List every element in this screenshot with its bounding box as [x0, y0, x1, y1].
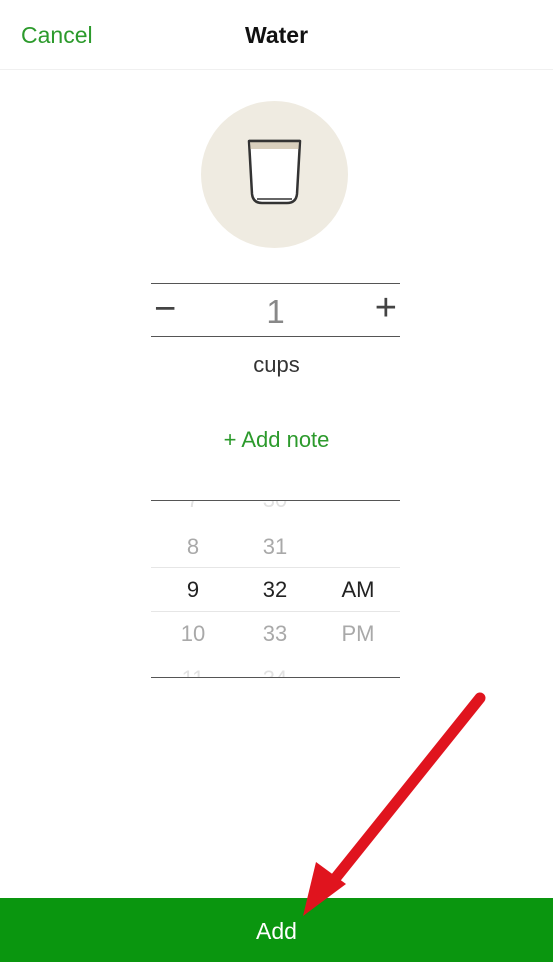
page-title: Water [244, 22, 309, 48]
hour-option[interactable]: 10 [163, 623, 223, 645]
hour-option[interactable]: 11 [163, 668, 223, 678]
drink-icon-circle [201, 101, 348, 248]
hour-option[interactable]: 8 [163, 536, 223, 558]
quantity-stepper: − 1 + [151, 283, 400, 337]
minute-option[interactable]: 30 [245, 501, 305, 511]
period-selected[interactable]: AM [328, 579, 388, 601]
unit-label: cups [253, 352, 300, 377]
quantity-value[interactable]: 1 [151, 293, 400, 331]
hour-option[interactable]: 7 [163, 501, 223, 511]
increment-button[interactable]: + [375, 289, 397, 327]
time-picker[interactable]: 7 8 9 10 11 30 31 32 33 34 AM PM [151, 500, 400, 678]
nav-header: Cancel Water [0, 0, 553, 70]
glass-icon [247, 139, 302, 205]
minute-option[interactable]: 34 [245, 668, 305, 678]
picker-selection-line-top [151, 567, 400, 568]
hour-selected[interactable]: 9 [163, 579, 223, 601]
minute-selected[interactable]: 32 [245, 579, 305, 601]
picker-selection-line-bottom [151, 611, 400, 612]
add-button[interactable]: Add [0, 898, 553, 962]
minute-option[interactable]: 31 [245, 536, 305, 558]
add-note-link[interactable]: + Add note [0, 427, 553, 453]
period-option[interactable]: PM [328, 623, 388, 645]
minute-option[interactable]: 33 [245, 623, 305, 645]
